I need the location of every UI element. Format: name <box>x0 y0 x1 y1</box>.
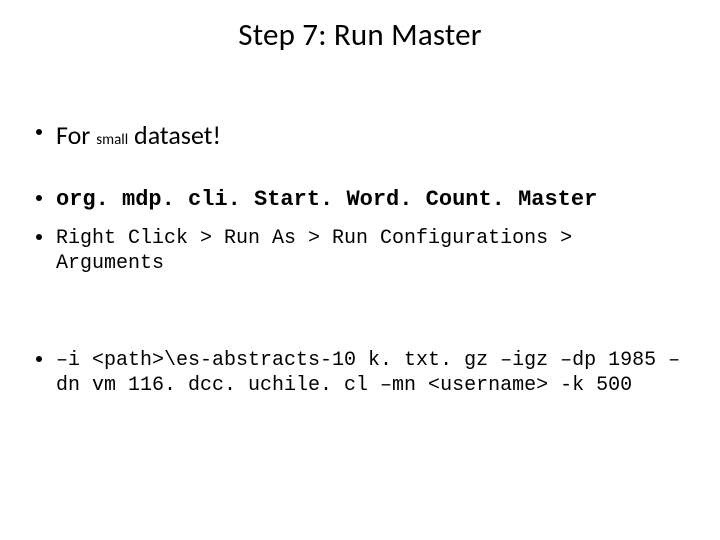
bullet-for-small-dataset: For small dataset! <box>36 120 684 151</box>
bullet-run-config-path: Right Click > Run As > Run Configuration… <box>36 226 684 276</box>
text-suffix: dataset! <box>128 119 221 151</box>
bullet-text: Right Click > Run As > Run Configuration… <box>56 226 684 276</box>
text-prefix: For <box>56 119 96 151</box>
bullet-dot-icon <box>36 234 42 240</box>
text-small: small <box>96 131 128 149</box>
bullet-cli-arguments: –i <path>\es-abstracts-10 k. txt. gz –ig… <box>36 348 684 398</box>
bullet-class-name: org. mdp. cli. Start. Word. Count. Maste… <box>36 187 684 212</box>
bullet-text: For small dataset! <box>56 120 221 151</box>
bullet-dot-icon <box>36 195 42 201</box>
slide-body: For small dataset! org. mdp. cli. Start.… <box>36 120 684 412</box>
bullet-text: org. mdp. cli. Start. Word. Count. Maste… <box>56 187 597 212</box>
bullet-dot-icon <box>36 129 42 135</box>
bullet-dot-icon <box>36 356 42 362</box>
slide-title: Step 7: Run Master <box>0 16 720 54</box>
bullet-text: –i <path>\es-abstracts-10 k. txt. gz –ig… <box>56 348 684 398</box>
slide: Step 7: Run Master For small dataset! or… <box>0 0 720 540</box>
